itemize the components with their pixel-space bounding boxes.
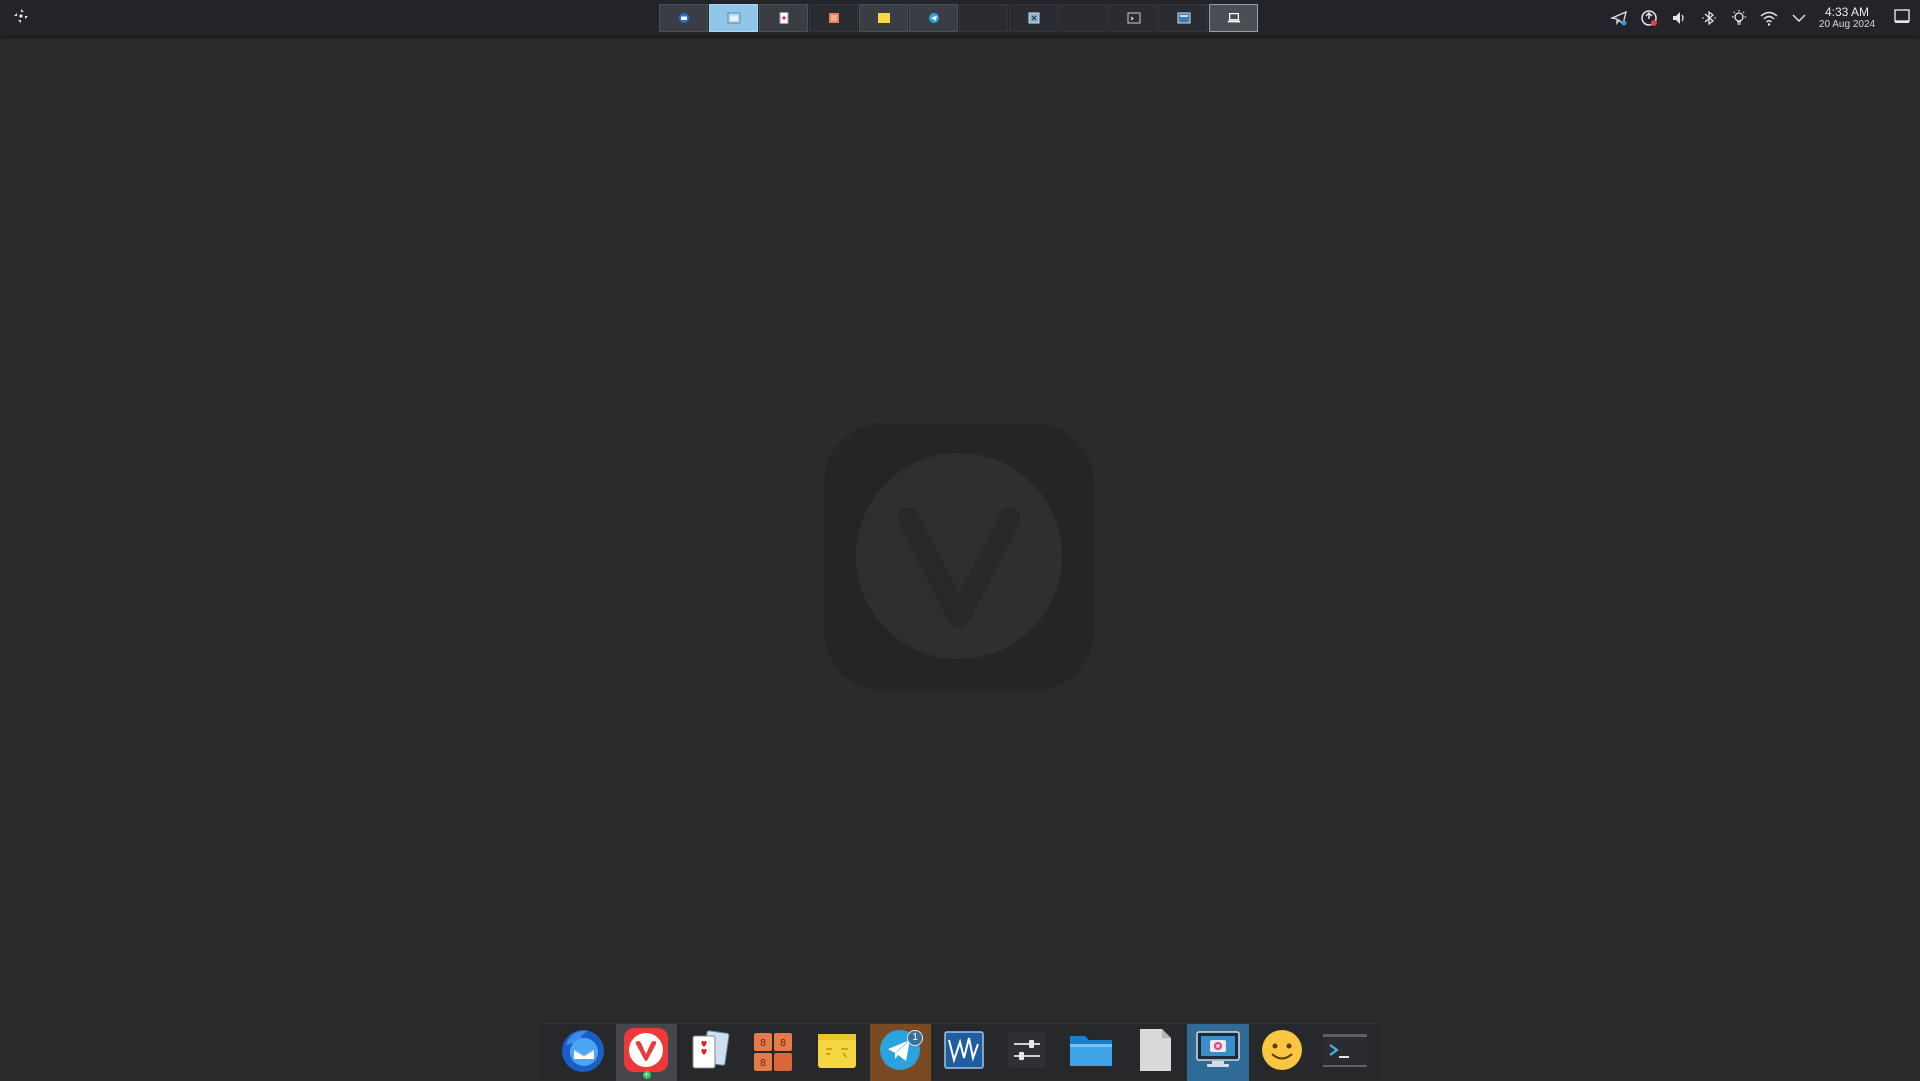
thunderbird-mini-icon (677, 12, 691, 24)
dock-item-system-monitor[interactable] (933, 1024, 995, 1081)
sticky-notes-icon (814, 1027, 860, 1078)
clock[interactable]: 4:33 AM 20 Aug 2024 (1814, 0, 1880, 36)
launcher-button[interactable] (8, 5, 34, 31)
launcher-arrows-icon (12, 7, 30, 30)
volume-icon[interactable] (1664, 0, 1694, 36)
dock-item-emoji-picker[interactable] (1251, 1024, 1313, 1081)
desktop-3[interactable] (759, 4, 808, 32)
vivaldi-logo-icon (822, 423, 1096, 697)
clock-time: 4:33 AM (1824, 4, 1870, 19)
desktop-12[interactable] (1209, 4, 1258, 32)
svg-text:8: 8 (760, 1058, 766, 1069)
svg-text:8: 8 (760, 1038, 766, 1049)
laptop-mini-icon (1227, 12, 1241, 24)
notes-mini-icon (877, 12, 891, 24)
dock-item-text-document[interactable] (1124, 1024, 1186, 1081)
desktop-6[interactable] (909, 4, 958, 32)
telegram-mini-icon (927, 12, 941, 24)
system-monitor-icon (942, 1028, 986, 1077)
desktop-10[interactable] (1109, 4, 1158, 32)
telegram-tray-icon[interactable] (1604, 0, 1634, 36)
virtual-desktop-pager (659, 4, 1258, 32)
update-notifier-icon[interactable] (1634, 0, 1664, 36)
notification-badge: 1 (907, 1029, 924, 1046)
desktop-5[interactable] (859, 4, 908, 32)
dock: + 8 8 8 1 (542, 1023, 1378, 1081)
brightness-icon[interactable] (1724, 0, 1754, 36)
folder-icon (1067, 1028, 1115, 1077)
dock-item-screenshot-tool[interactable] (1187, 1023, 1249, 1081)
terminal-icon (1321, 1028, 1369, 1077)
thunderbird-icon (558, 1025, 608, 1080)
desktop-1[interactable] (659, 4, 708, 32)
svg-text:8: 8 (780, 1038, 786, 1049)
bluetooth-icon[interactable] (1694, 0, 1724, 36)
smiley-icon (1260, 1028, 1304, 1077)
desktop-4[interactable] (809, 4, 858, 32)
top-panel: 4:33 AM 20 Aug 2024 (0, 0, 1920, 37)
new-window-indicator: + (642, 1069, 651, 1079)
dock-item-solitaire[interactable] (679, 1024, 741, 1081)
document-icon (1135, 1027, 1175, 1078)
dock-item-mahjongg[interactable]: 8 8 8 (743, 1024, 805, 1081)
desktop-11[interactable] (1159, 4, 1208, 32)
dock-item-sticky-notes[interactable] (806, 1024, 868, 1081)
expand-tray-icon[interactable] (1784, 0, 1814, 36)
mahjong-tiles-icon: 8 8 8 (750, 1027, 796, 1078)
desktop-8[interactable] (1009, 4, 1058, 32)
desktop-2[interactable] (709, 4, 758, 32)
system-tray: 4:33 AM 20 Aug 2024 (1604, 0, 1920, 36)
terminal-mini-icon (1127, 12, 1141, 24)
app-mini-icon (1027, 12, 1041, 24)
desktop-wallpaper-logo (822, 421, 1096, 693)
window-mini-icon (727, 12, 741, 24)
desktop-9[interactable] (1059, 4, 1108, 32)
mahjong-mini-icon (827, 12, 841, 24)
cards-mini-icon (777, 12, 791, 24)
window-blue-mini-icon (1177, 12, 1191, 24)
show-desktop-button[interactable] (1884, 0, 1920, 36)
clock-date: 20 Aug 2024 (1818, 18, 1876, 30)
dock-item-thunderbird[interactable] (552, 1024, 614, 1081)
dock-item-settings[interactable] (997, 1024, 1059, 1081)
desktop-7[interactable] (959, 4, 1008, 32)
settings-sliders-icon (1005, 1028, 1049, 1077)
dock-item-telegram[interactable]: 1 (869, 1023, 932, 1081)
dock-item-terminal[interactable] (1314, 1024, 1376, 1081)
wifi-icon[interactable] (1754, 0, 1784, 36)
dock-item-file-manager[interactable] (1060, 1024, 1122, 1081)
screenshot-icon (1194, 1028, 1242, 1077)
show-desktop-icon (1893, 7, 1911, 30)
playing-cards-icon (687, 1027, 733, 1078)
dock-item-vivaldi[interactable]: + (615, 1023, 678, 1081)
